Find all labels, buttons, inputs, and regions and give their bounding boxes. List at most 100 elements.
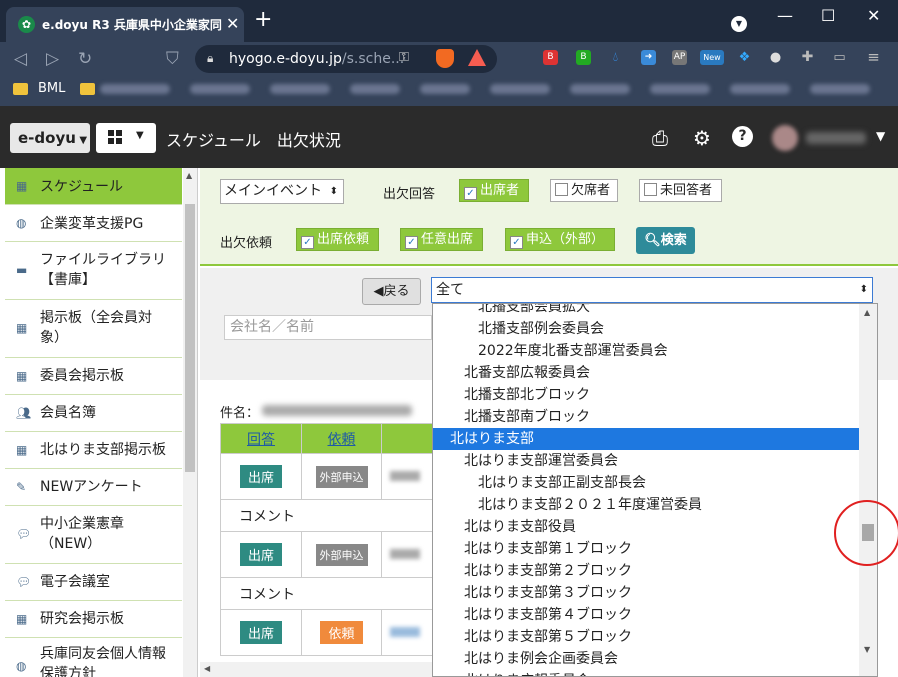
brave-rewards-icon[interactable] — [468, 49, 486, 66]
sidebar-item-members[interactable]: 👥︎ 会員名簿 — [5, 395, 182, 432]
tab-search-icon[interactable]: ▼ — [731, 16, 747, 32]
sidebar-item-committee-board[interactable]: ▦ 委員会掲示板 — [5, 358, 182, 395]
maximize-icon[interactable]: ☐ — [821, 6, 835, 25]
search-button[interactable]: 🔍︎検索 — [636, 227, 695, 254]
scroll-left-arrow-icon[interactable]: ◀ — [204, 664, 210, 673]
name-search-input[interactable]: 会社名／名前 — [224, 315, 432, 340]
grid-icon-cell — [108, 138, 114, 144]
checkbox-external-apply[interactable]: ✓ 申込（外部） — [505, 228, 615, 251]
extension-new-icon[interactable]: New — [700, 50, 724, 65]
dropdown-option[interactable]: 北はりま支部第３ブロック — [433, 582, 860, 604]
folder-icon[interactable] — [13, 83, 28, 95]
checkbox-optional-attend[interactable]: ✓ 任意出席 — [400, 228, 483, 251]
checkbox-request-attend[interactable]: ✓ 出席依頼 — [296, 228, 379, 251]
sidebar-item-conference[interactable]: 💬︎ 電子会議室 — [5, 564, 182, 601]
dropdown-option[interactable]: 北播支部北ブロック — [433, 384, 860, 406]
bookmark-bml[interactable]: BML — [38, 81, 65, 96]
dropdown-option[interactable]: 北播支部会員拡大 — [433, 304, 860, 318]
header-answer[interactable]: 回答 — [220, 423, 302, 454]
sidebar-item-study-board[interactable]: ▦ 研究会掲示板 — [5, 601, 182, 638]
dropdown-option[interactable]: 2022年度北番支部運営委員会 — [433, 340, 860, 362]
scroll-down-arrow-icon[interactable]: ▼ — [864, 645, 870, 654]
user-name-redacted[interactable] — [806, 132, 866, 144]
sidebar-item-privacy[interactable]: ◍ 兵庫同友会個人情報保護方針 — [5, 638, 182, 677]
forward-nav-icon[interactable]: ▷ — [46, 49, 59, 69]
dropdown-option[interactable]: 北番支部広報委員会 — [433, 362, 860, 384]
dropdown-option[interactable]: 北播支部南ブロック — [433, 406, 860, 428]
dropdown-option[interactable]: 北はりま広報委員会 — [433, 670, 860, 676]
dropdown-option[interactable]: 北はりま支部第５ブロック — [433, 626, 860, 648]
tab-close-icon[interactable]: ✕ — [226, 14, 239, 33]
dropdown-option[interactable]: 北はりま支部運営委員会 — [433, 450, 860, 472]
back-nav-icon[interactable]: ◁ — [14, 49, 27, 69]
bookmark-redacted[interactable] — [490, 84, 550, 94]
bookmark-redacted[interactable] — [420, 84, 470, 94]
sidebar-item-board-all[interactable]: ▦ 掲示板（全会員対象） — [5, 300, 182, 358]
new-tab-icon[interactable]: + — [254, 9, 272, 31]
bookmark-redacted[interactable] — [270, 84, 330, 94]
dropdown-option[interactable]: 北はりま支部 — [433, 428, 860, 450]
sidebar-scroll-thumb[interactable] — [185, 204, 195, 472]
app-grid-button[interactable]: ▼ — [96, 123, 156, 153]
bookmark-redacted[interactable] — [100, 84, 170, 94]
dropdown-option[interactable]: 北はりま例会企画委員会 — [433, 648, 860, 670]
bookmark-redacted[interactable] — [730, 84, 790, 94]
folder-icon[interactable] — [80, 83, 95, 95]
lock-icon[interactable]: 🔒︎ — [207, 51, 213, 66]
extension-drop-icon[interactable]: 💧︎ — [608, 50, 623, 65]
back-button[interactable]: ◀戻る — [362, 278, 421, 305]
help-icon[interactable]: ? — [732, 126, 753, 147]
browser-menu-icon[interactable]: ≡ — [866, 50, 881, 65]
url-text[interactable]: hyogo.e-doyu.jp/s.sche... — [229, 51, 404, 67]
bookmark-icon[interactable]: ⛉ — [166, 49, 179, 69]
bookmark-redacted[interactable] — [190, 84, 250, 94]
sidebar-item-survey[interactable]: ✎ NEWアンケート — [5, 469, 182, 506]
table-header-row: 回答 依頼 — [220, 423, 434, 454]
bookmark-redacted[interactable] — [350, 84, 400, 94]
close-window-icon[interactable]: ✕ — [867, 6, 880, 25]
dropdown-option[interactable]: 北はりま支部２０２１年度運営委員 — [433, 494, 860, 516]
sidebar-item-charter[interactable]: 💬︎ 中小企業憲章（NEW） — [5, 506, 182, 564]
extension-green-icon[interactable]: B — [576, 50, 591, 65]
sidebar-item-kigyou[interactable]: ◍ 企業変革支援PG — [5, 205, 182, 242]
wallet-icon[interactable]: ▭ — [832, 50, 847, 65]
checkbox-unanswered[interactable]: 未回答者 — [639, 179, 722, 202]
browser-tab[interactable]: ✿ e.doyu R3 兵庫県中小企業家同友会 ✕ — [6, 7, 244, 42]
extension-dropbox-icon[interactable]: ❖ — [737, 50, 752, 65]
chevron-down-icon[interactable]: ▼ — [876, 129, 885, 143]
dropdown-option[interactable]: 北はりま支部第２ブロック — [433, 560, 860, 582]
sidebar-item-schedule[interactable]: ▦ スケジュール — [5, 168, 182, 205]
extension-ap-icon[interactable]: AP — [672, 50, 687, 65]
header-request[interactable]: 依頼 — [301, 423, 382, 454]
bookmark-redacted[interactable] — [570, 84, 630, 94]
avatar[interactable] — [772, 125, 798, 151]
print-icon[interactable]: ⎙ — [652, 126, 668, 150]
scroll-up-arrow-icon[interactable]: ▲ — [864, 308, 870, 317]
event-type-select[interactable]: メインイベント ⬍ — [220, 179, 344, 204]
extension-red-icon[interactable]: B — [543, 50, 558, 65]
dropdown-option[interactable]: 北はりま支部正副支部長会 — [433, 472, 860, 494]
sidebar-item-kitaharima-board[interactable]: ▦ 北はりま支部掲示板 — [5, 432, 182, 469]
gear-icon[interactable]: ⚙ — [693, 126, 711, 150]
dropdown-option[interactable]: 北播支部例会委員会 — [433, 318, 860, 340]
sidebar-item-library[interactable]: ▬ ファイルライブラリ【書庫】 — [5, 242, 182, 300]
minimize-icon[interactable]: — — [777, 6, 793, 25]
extension-bird-icon[interactable]: ● — [768, 50, 783, 65]
bookmark-redacted[interactable] — [810, 84, 870, 94]
scroll-up-arrow-icon[interactable]: ▲ — [186, 171, 192, 180]
dropdown-option[interactable]: 北はりま支部第１ブロック — [433, 538, 860, 560]
checkbox-attending[interactable]: ✓ 出席者 — [459, 179, 529, 202]
reload-icon[interactable]: ↻ — [78, 49, 92, 69]
extension-arrow-icon[interactable]: ➜ — [641, 50, 656, 65]
key-icon[interactable]: ⚿ — [399, 50, 409, 65]
bookmark-redacted[interactable] — [650, 84, 710, 94]
dropdown-scrollbar[interactable] — [859, 304, 877, 676]
dropdown-option[interactable]: 北はりま支部役員 — [433, 516, 860, 538]
extensions-puzzle-icon[interactable]: ✚ — [800, 50, 815, 65]
brave-shield-icon[interactable] — [436, 49, 454, 68]
group-select[interactable]: 全て ⬍ — [431, 277, 873, 303]
dropdown-option[interactable]: 北はりま支部第４ブロック — [433, 604, 860, 626]
brand-menu-button[interactable]: e-doyu ▼ — [10, 123, 90, 153]
checkbox-absent[interactable]: 欠席者 — [550, 179, 618, 202]
horizontal-scrollbar[interactable] — [200, 662, 432, 677]
